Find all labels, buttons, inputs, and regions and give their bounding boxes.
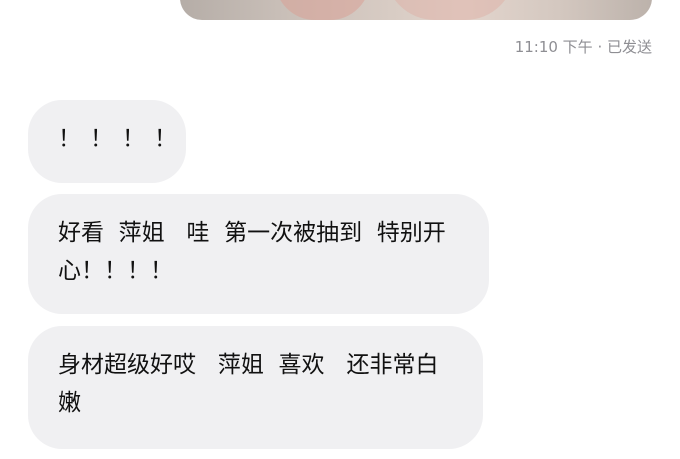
sent-image-bubble[interactable]	[180, 0, 652, 20]
message-text: 身材超级好哎 萍姐 喜欢 还非常白	[58, 352, 439, 378]
message-text: 嫩	[58, 390, 81, 416]
message-text: 好看 萍姐 哇 第一次被抽到 特别开	[58, 220, 446, 246]
chat-thread: 11:10 下午 · 已发送 ！！！！ 好看 萍姐 哇 第一次被抽到 特别开 心…	[0, 0, 680, 459]
message-text: ！！！！	[58, 126, 186, 152]
sent-timestamp-status: 11:10 下午 · 已发送	[514, 38, 652, 56]
sent-image-detail	[275, 0, 370, 20]
sent-image-detail	[385, 0, 515, 20]
received-message-bubble[interactable]: ！！！！	[28, 100, 186, 183]
received-message-bubble[interactable]: 好看 萍姐 哇 第一次被抽到 特别开 心！！！！	[28, 194, 489, 314]
message-text: 心！！！！	[58, 258, 173, 284]
received-message-bubble[interactable]: 身材超级好哎 萍姐 喜欢 还非常白 嫩	[28, 326, 483, 449]
